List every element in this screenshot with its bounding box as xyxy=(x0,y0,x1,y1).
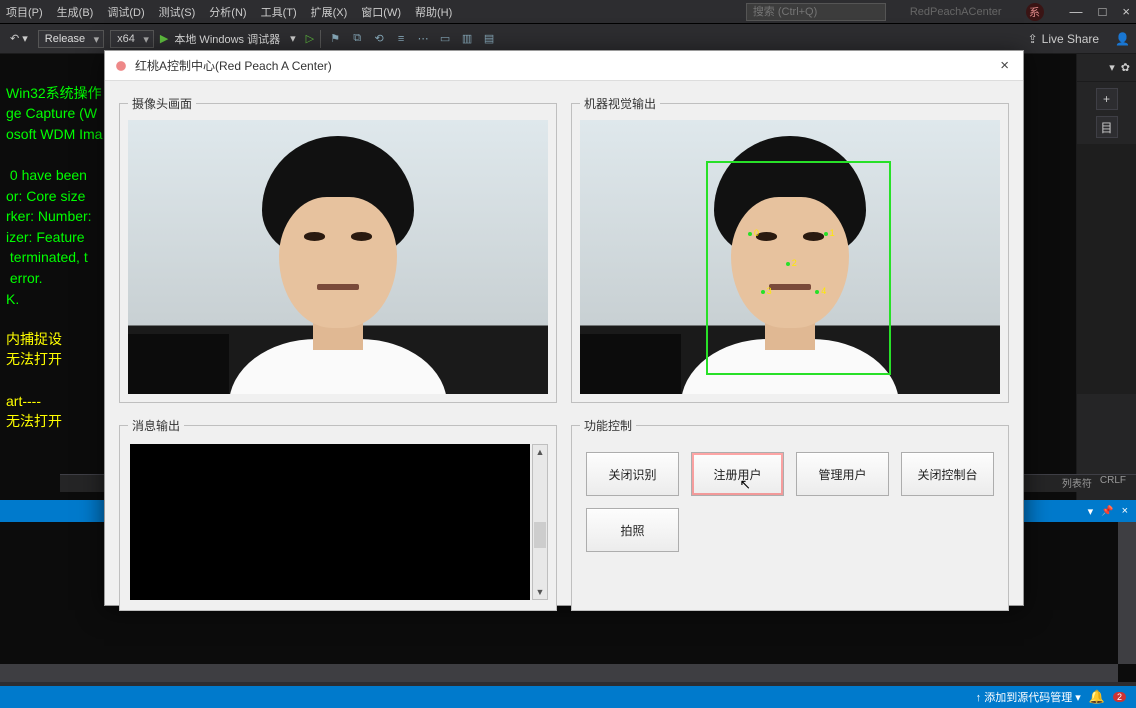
dock-scroll-horizontal[interactable] xyxy=(0,664,1118,682)
toolbar-icon-7[interactable]: ▥ xyxy=(459,31,475,47)
global-search-input[interactable] xyxy=(746,3,886,21)
ide-menubar: 项目(P) 生成(B) 调试(D) 测试(S) 分析(N) 工具(T) 扩展(X… xyxy=(0,0,1136,24)
liveshare-icon[interactable]: ⇪ xyxy=(1028,32,1038,46)
toolbar-icon-6[interactable]: ▭ xyxy=(437,31,453,47)
rg-tool-icon-1[interactable]: + xyxy=(1096,88,1118,110)
dock-close-icon[interactable]: × xyxy=(1122,505,1128,517)
editor-minimap[interactable] xyxy=(1077,144,1136,394)
window-minimize-icon[interactable]: — xyxy=(1070,4,1083,19)
dock-dropdown-icon[interactable]: ▾ xyxy=(1088,505,1094,518)
notifications-icon[interactable]: 🔔 xyxy=(1089,689,1105,705)
toolbar-icon-1[interactable]: ⚑ xyxy=(327,31,343,47)
dialog-app-icon xyxy=(113,58,129,74)
message-textbox[interactable]: ▲ ▼ xyxy=(128,442,548,602)
group-messages: 消息输出 ▲ ▼ xyxy=(119,417,557,611)
user-icon[interactable]: 👤 xyxy=(1115,32,1130,46)
toolbar-icon-8[interactable]: ▤ xyxy=(481,31,497,47)
toolbar-icon-3[interactable]: ⟲ xyxy=(371,31,387,47)
toolbar-icon-5[interactable]: ⋯ xyxy=(415,31,431,47)
register-user-button[interactable]: 注册用户↖ xyxy=(691,452,784,496)
toolbar-icon-2[interactable]: ⧉ xyxy=(349,31,365,47)
message-scrollbar[interactable]: ▲ ▼ xyxy=(532,444,548,600)
landmark-1: 1 xyxy=(824,232,828,236)
group-vision-label: 机器视觉输出 xyxy=(580,95,660,112)
app-logo-icon: 系 xyxy=(1026,3,1044,21)
start-noDebug-icon[interactable]: ▷ xyxy=(306,32,314,45)
platform-dropdown[interactable]: x64 xyxy=(110,30,154,48)
build-config-dropdown[interactable]: Release xyxy=(38,30,104,48)
landmark-3: 3 xyxy=(761,290,765,294)
manage-user-button[interactable]: 管理用户 xyxy=(796,452,889,496)
face-bbox xyxy=(706,161,891,375)
nav-back-icon[interactable]: ↶ ▾ xyxy=(6,30,32,47)
menu-debug[interactable]: 调试(D) xyxy=(107,4,144,20)
vision-output: 0 1 2 3 4 xyxy=(580,120,1000,394)
scroll-down-icon[interactable]: ▼ xyxy=(533,585,547,599)
group-controls: 功能控制 关闭识别 注册用户↖ 管理用户 关闭控制台 拍照 xyxy=(571,417,1009,611)
menu-window[interactable]: 窗口(W) xyxy=(361,4,401,20)
menu-extensions[interactable]: 扩展(X) xyxy=(311,4,348,20)
dialog-titlebar[interactable]: 红桃A控制中心(Red Peach A Center) × xyxy=(105,51,1023,81)
rg-chevron-icon[interactable]: ▾ xyxy=(1109,61,1115,74)
dock-pin-icon[interactable]: 📌 xyxy=(1101,506,1113,517)
group-camera: 摄像头画面 xyxy=(119,95,557,403)
dialog-close-icon[interactable]: × xyxy=(994,57,1015,74)
menu-project[interactable]: 项目(P) xyxy=(6,4,43,20)
col-tabs[interactable]: 列表符 xyxy=(1062,475,1092,492)
toggle-recognition-button[interactable]: 关闭识别 xyxy=(586,452,679,496)
camera-feed xyxy=(128,120,548,394)
group-messages-label: 消息输出 xyxy=(128,417,184,434)
scroll-up-icon[interactable]: ▲ xyxy=(533,445,547,459)
menu-analyze[interactable]: 分析(N) xyxy=(209,4,246,20)
dock-scroll-vertical[interactable] xyxy=(1118,522,1136,664)
close-console-button[interactable]: 关闭控制台 xyxy=(901,452,994,496)
window-close-icon[interactable]: × xyxy=(1122,4,1130,19)
dialog-title-text: 红桃A控制中心(Red Peach A Center) xyxy=(135,57,332,74)
toolbar-icon-4[interactable]: ≡ xyxy=(393,31,409,47)
group-vision: 机器视觉输出 0 1 2 3 4 xyxy=(571,95,1009,403)
start-debug-label[interactable]: 本地 Windows 调试器 xyxy=(174,31,280,47)
liveshare-label[interactable]: Live Share xyxy=(1042,32,1099,46)
window-controls: — □ × xyxy=(1070,4,1130,19)
col-crlf[interactable]: CRLF xyxy=(1100,475,1126,492)
group-controls-label: 功能控制 xyxy=(580,417,636,434)
start-debug-icon[interactable]: ▶ xyxy=(160,32,168,45)
take-photo-button[interactable]: 拍照 xyxy=(586,508,679,552)
menu-help[interactable]: 帮助(H) xyxy=(415,4,452,20)
window-restore-icon[interactable]: □ xyxy=(1099,4,1107,19)
menu-test[interactable]: 测试(S) xyxy=(159,4,196,20)
rg-gear-icon[interactable]: ✿ xyxy=(1121,61,1130,74)
menu-build[interactable]: 生成(B) xyxy=(57,4,94,20)
scroll-thumb[interactable] xyxy=(534,522,546,548)
scm-add-button[interactable]: ↑ 添加到源代码管理 ▾ xyxy=(976,689,1081,705)
start-debug-chevron[interactable]: ▾ xyxy=(286,30,300,47)
project-title: RedPeachACenter xyxy=(900,6,1012,18)
right-toolstrip: ▾ ✿ + 目 xyxy=(1076,54,1136,574)
notifications-badge: 2 xyxy=(1113,692,1126,702)
rg-tool-icon-2[interactable]: 目 xyxy=(1096,116,1118,138)
group-camera-label: 摄像头画面 xyxy=(128,95,196,112)
redpeach-dialog: 红桃A控制中心(Red Peach A Center) × 摄像头画面 机器视觉… xyxy=(104,50,1024,606)
cursor-icon: ↖ xyxy=(739,476,751,493)
ide-statusbar: ↑ 添加到源代码管理 ▾ 🔔 2 xyxy=(0,686,1136,708)
menu-tools[interactable]: 工具(T) xyxy=(261,4,297,20)
